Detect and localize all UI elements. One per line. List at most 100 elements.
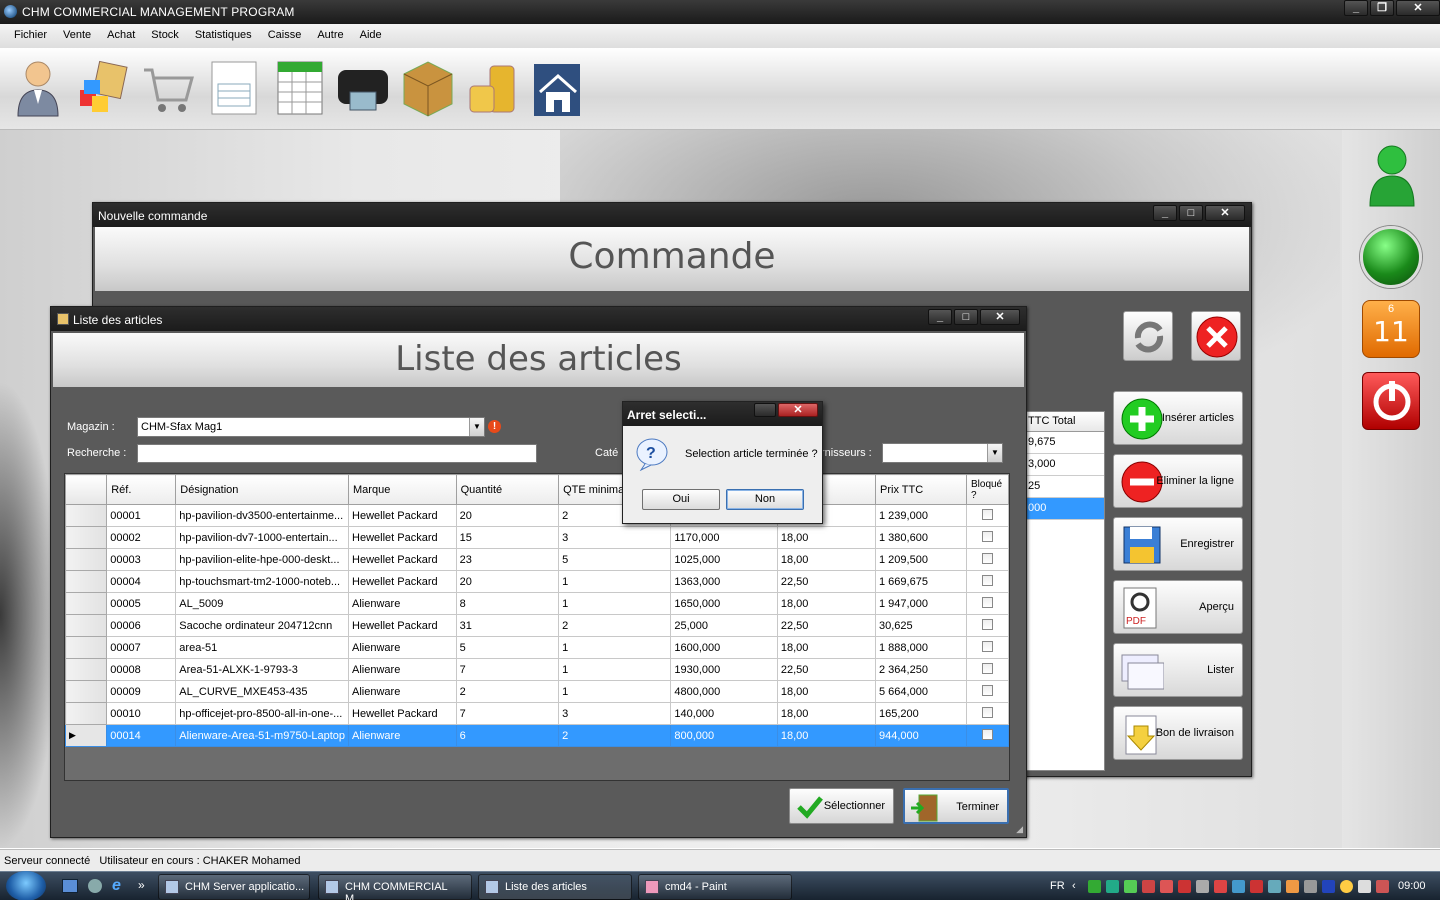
table-row[interactable]: 00002 hp-pavilion-dv7-1000-entertain... He… (64, 526, 1010, 549)
list-maximize-button[interactable]: □ (954, 309, 978, 325)
delete-line-button[interactable]: Eliminer la ligne (1113, 454, 1243, 508)
language-indicator[interactable]: FR (1050, 880, 1065, 892)
tray-chat-icon[interactable] (1358, 880, 1371, 893)
tray-volume-icon[interactable] (1376, 880, 1389, 893)
delivery-note-button[interactable]: Bon de livraison (1113, 706, 1243, 760)
column-header-ref[interactable]: Réf. (106, 474, 177, 505)
tray-wifi-icon[interactable] (1106, 880, 1119, 893)
calendar-icon[interactable]: 6 11 (1362, 300, 1420, 358)
tray-antivirus-icon[interactable] (1178, 880, 1191, 893)
menu-fichier[interactable]: Fichier (6, 24, 55, 48)
column-header-marque[interactable]: Marque (348, 474, 457, 505)
dialog-close-button[interactable]: ✕ (778, 403, 818, 417)
table-row[interactable]: ▶ 00014 Alienware-Area-51-m9750-Laptop Alie… (64, 724, 1010, 747)
table-row[interactable]: 00003 hp-pavilion-elite-hpe-000-deskt... H… (64, 548, 1010, 571)
insert-articles-button[interactable]: Insérer articles (1113, 391, 1243, 445)
commande-lines-grid[interactable]: TTC Total 9,675 3,000 25 000 (1025, 411, 1105, 771)
menu-aide[interactable]: Aide (352, 24, 390, 48)
row-header[interactable] (64, 680, 108, 703)
power-off-button[interactable] (1362, 372, 1420, 430)
minimize-button[interactable]: _ (1344, 0, 1368, 16)
table-row[interactable]: 3,000 (1026, 454, 1104, 476)
table-row[interactable]: 9,675 (1026, 432, 1104, 454)
column-header-bloque[interactable]: Bloqué ? (965, 474, 1010, 505)
preview-button[interactable]: PDF Aperçu (1113, 580, 1243, 634)
table-row[interactable]: 00010 hp-officejet-pro-8500-all-in-one-..… (64, 702, 1010, 725)
bloque-checkbox[interactable] (981, 508, 993, 520)
start-button[interactable] (6, 871, 46, 900)
package-icon[interactable] (400, 56, 456, 118)
bloque-checkbox[interactable] (981, 618, 993, 630)
home-icon[interactable] (530, 56, 586, 118)
menu-caisse[interactable]: Caisse (260, 24, 310, 48)
show-desktop-icon[interactable] (62, 879, 78, 893)
bloque-checkbox[interactable] (981, 530, 993, 542)
table-row[interactable]: 00004 hp-touchsmart-tm2-1000-noteb... Hewe… (64, 570, 1010, 593)
bloque-checkbox[interactable] (981, 640, 993, 652)
tray-bluetooth-icon[interactable] (1322, 880, 1335, 893)
menu-statistiques[interactable]: Statistiques (187, 24, 260, 48)
table-row[interactable]: 00001 hp-pavilion-dv3500-entertainme... He… (64, 504, 1010, 527)
column-header-quantite[interactable]: Quantité (455, 474, 560, 505)
supplier-select[interactable]: ▼ (882, 443, 1003, 463)
select-button[interactable]: Sélectionner (789, 788, 894, 824)
bloque-checkbox[interactable] (981, 728, 993, 740)
row-header[interactable] (64, 614, 108, 637)
save-button[interactable]: Enregistrer (1113, 517, 1243, 571)
restore-button[interactable]: ❐ (1370, 0, 1394, 16)
close-button[interactable]: ✕ (1396, 0, 1440, 16)
list-close-button[interactable]: ✕ (980, 309, 1020, 325)
tray-usb-icon[interactable] (1304, 880, 1317, 893)
bloque-checkbox[interactable] (981, 706, 993, 718)
table-row[interactable]: 00005 AL_5009 Alienware 8 1 1650,000 18,00 1 94… (64, 592, 1010, 615)
resize-grip-icon[interactable]: ◢ (1016, 824, 1023, 835)
row-header[interactable] (64, 570, 108, 593)
tray-network-icon[interactable] (1088, 880, 1101, 893)
menu-achat[interactable]: Achat (99, 24, 143, 48)
list-button[interactable]: Lister (1113, 643, 1243, 697)
row-header[interactable] (64, 702, 108, 725)
tray-tool-icon[interactable] (1196, 880, 1209, 893)
menu-stock[interactable]: Stock (143, 24, 187, 48)
tray-sync-icon[interactable] (1268, 880, 1281, 893)
row-header[interactable] (64, 526, 108, 549)
taskbar-item-liste-articles[interactable]: Liste des articles (478, 874, 632, 900)
dialog-minimize-button[interactable] (754, 403, 776, 417)
spreadsheet-icon[interactable] (272, 56, 328, 118)
table-row[interactable]: 00007 area-51 Alienware 5 1 1600,000 18,00 1 88… (64, 636, 1010, 659)
table-row[interactable]: 25 (1026, 476, 1104, 498)
table-row[interactable]: 00009 AL_CURVE_MXE453-435 Alienware 2 1 4800,… (64, 680, 1010, 703)
cart-icon[interactable] (140, 56, 196, 118)
row-header[interactable]: ▶ (64, 724, 108, 747)
refresh-button[interactable] (1123, 311, 1173, 361)
row-header[interactable] (64, 636, 108, 659)
taskbar-item-paint[interactable]: cmd4 - Paint (638, 874, 792, 900)
bloque-checkbox[interactable] (981, 596, 993, 608)
table-row[interactable]: 00006 Sacoche ordinateur 204712cnn Hewelle… (64, 614, 1010, 637)
row-header[interactable] (64, 548, 108, 571)
bloque-checkbox[interactable] (981, 552, 993, 564)
quicklaunch-more[interactable]: » (138, 878, 145, 892)
tray-expand-icon[interactable]: ‹ (1072, 880, 1085, 893)
column-header-prix-ttc[interactable]: Prix TTC (875, 474, 967, 505)
tray-signal-icon[interactable] (1124, 880, 1137, 893)
commande-close-button[interactable]: ✕ (1205, 205, 1245, 221)
magazin-select[interactable]: CHM-Sfax Mag1 ▼ (137, 417, 485, 437)
row-header[interactable] (64, 658, 108, 681)
chevron-down-icon[interactable]: ▼ (987, 444, 1002, 462)
commande-maximize-button[interactable]: □ (1179, 205, 1203, 221)
table-row[interactable]: 00008 Area-51-ALXK-1-9793-3 Alienware 7 1 193… (64, 658, 1010, 681)
tray-error-icon[interactable] (1214, 880, 1227, 893)
taskbar-item-chm-commercial[interactable]: CHM COMMERCIAL M... (318, 874, 472, 900)
user-icon[interactable] (10, 56, 66, 118)
tray-alert-icon[interactable] (1160, 880, 1173, 893)
internet-explorer-icon[interactable]: e (112, 877, 121, 895)
yes-button[interactable]: Oui (642, 489, 720, 510)
menu-autre[interactable]: Autre (309, 24, 351, 48)
taskbar-item-chm-server[interactable]: CHM Server applicatio... (158, 874, 310, 900)
no-button[interactable]: Non (726, 489, 804, 510)
coins-icon[interactable] (464, 56, 520, 118)
articles-grid[interactable]: Réf. Désignation Marque Quantité QTE min… (64, 473, 1010, 781)
bloque-checkbox[interactable] (981, 684, 993, 696)
clock[interactable]: 09:00 (1398, 880, 1426, 892)
